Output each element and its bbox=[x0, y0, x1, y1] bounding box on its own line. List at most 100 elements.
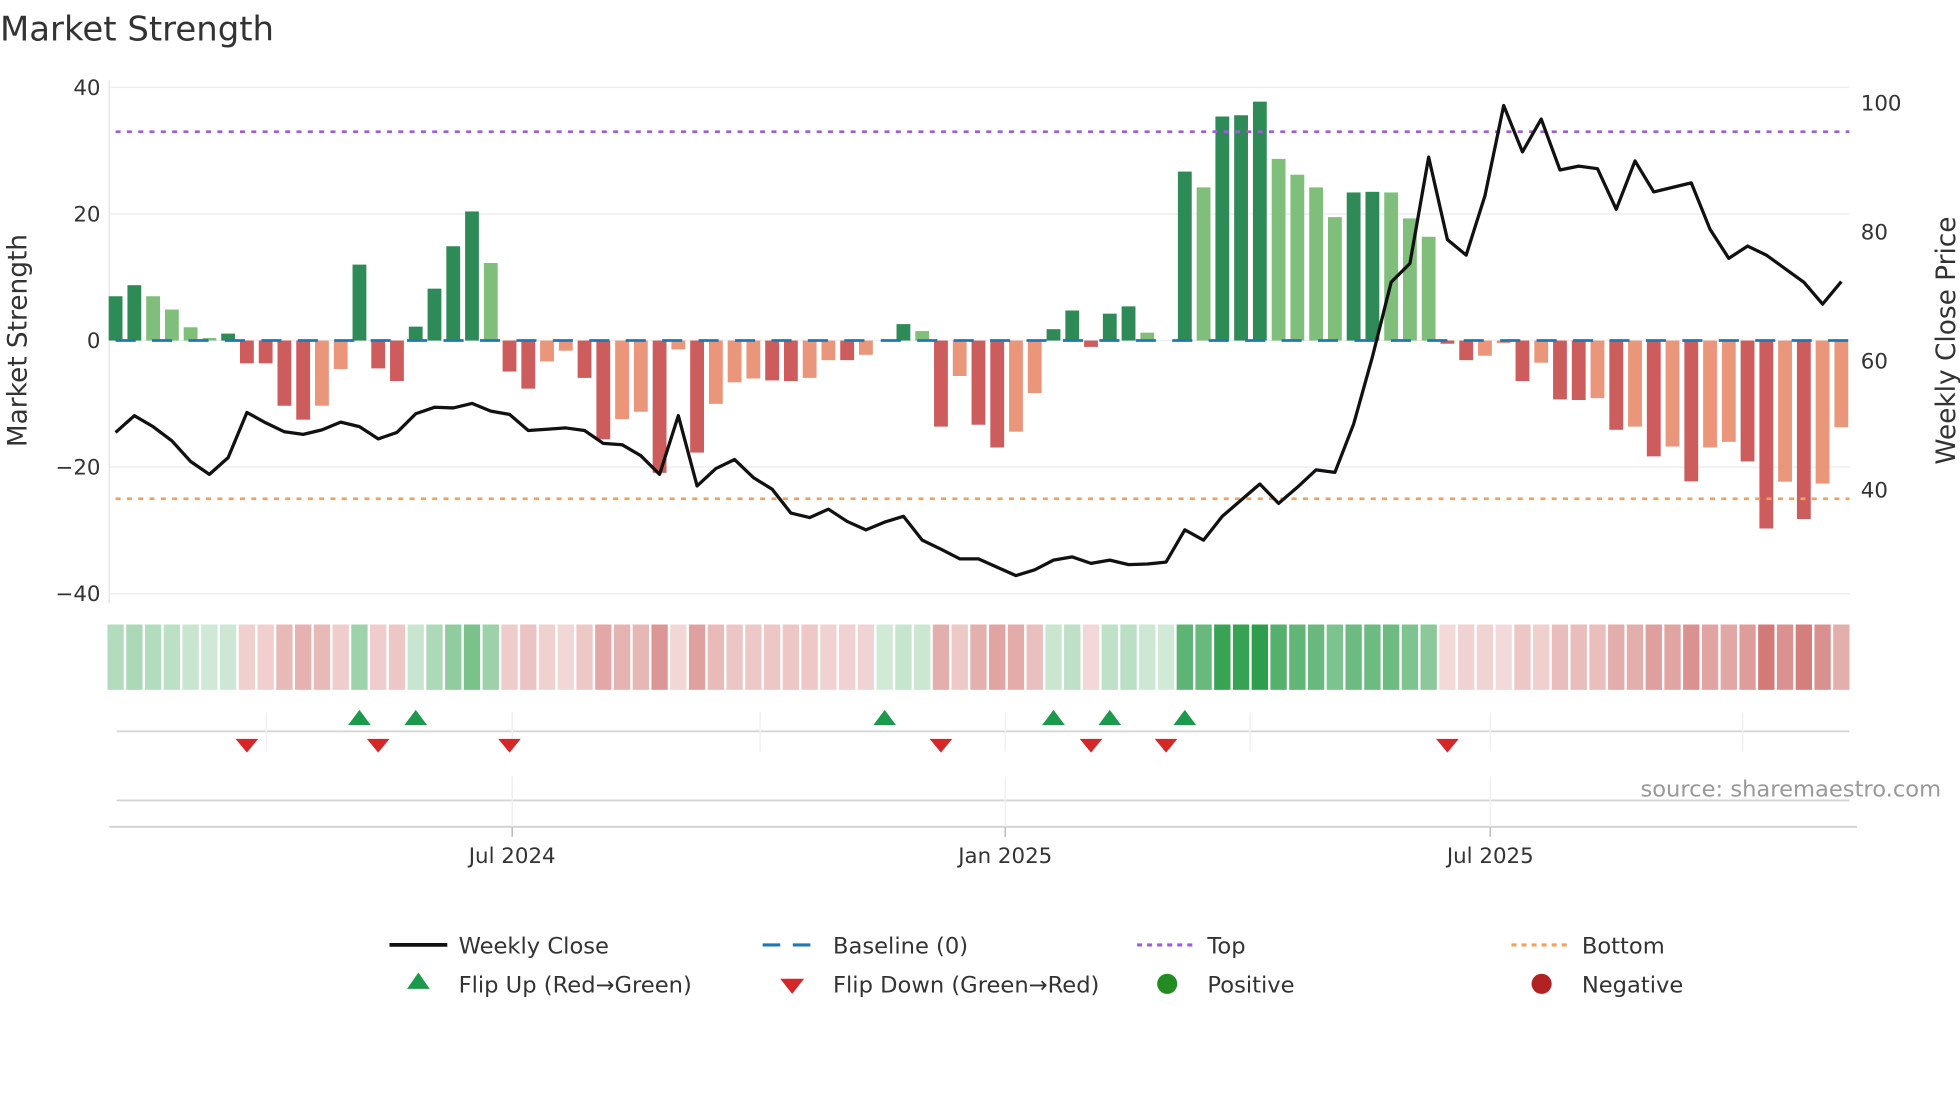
heatmap-cell bbox=[1139, 624, 1156, 690]
heatmap-cell bbox=[482, 624, 499, 690]
flip-up-marker bbox=[873, 709, 896, 726]
legend-weekly-close[interactable]: Weekly Close bbox=[389, 934, 609, 960]
heatmap-cell bbox=[1551, 624, 1569, 690]
heatmap-cell bbox=[313, 624, 331, 690]
heatmap-cell bbox=[1157, 624, 1175, 690]
strength-bar bbox=[802, 340, 817, 378]
flip-up-marker bbox=[404, 709, 428, 726]
left-tick-label: −40 bbox=[55, 582, 100, 607]
heatmap-cell bbox=[576, 624, 593, 690]
strength-bar bbox=[483, 263, 498, 341]
heatmap-cell bbox=[538, 624, 556, 690]
heatmap-cell bbox=[1626, 624, 1644, 690]
heatmap-cell bbox=[144, 624, 162, 690]
heatmap-cell bbox=[1514, 624, 1531, 690]
strength-bar bbox=[296, 340, 311, 420]
heatmap-cell bbox=[1401, 624, 1419, 690]
heatmap-cell bbox=[1420, 624, 1437, 690]
legend-positive-label: Positive bbox=[1207, 973, 1294, 999]
strength-bar bbox=[333, 340, 348, 370]
flip-markers-panel bbox=[116, 709, 1850, 753]
triangle-up-icon bbox=[407, 972, 430, 989]
strength-bar bbox=[821, 340, 836, 361]
heatmap-cell bbox=[1289, 624, 1306, 690]
heatmap-cell bbox=[726, 624, 743, 690]
heatmap-cell bbox=[163, 624, 181, 690]
heatmap-cell bbox=[1833, 624, 1850, 690]
flip-up-marker bbox=[1042, 709, 1065, 726]
legend-positive[interactable]: Positive bbox=[1157, 973, 1295, 999]
heatmap-cell bbox=[1570, 624, 1587, 690]
heatmap-cell bbox=[1195, 624, 1212, 690]
legend-flip-down[interactable]: Flip Down (Green→Red) bbox=[780, 973, 1099, 999]
strength-bar bbox=[615, 340, 629, 420]
strength-bar bbox=[840, 340, 855, 361]
strength-bar bbox=[1027, 340, 1042, 394]
right-tick-label: 80 bbox=[1861, 220, 1888, 245]
flip-down-marker bbox=[1079, 738, 1103, 753]
triangle-down-icon bbox=[780, 978, 805, 994]
heatmap-cell bbox=[1533, 624, 1550, 690]
heatmap-cell bbox=[989, 624, 1006, 690]
heatmap-cell bbox=[876, 624, 893, 690]
heatmap-cell bbox=[782, 624, 800, 690]
strength-bar bbox=[108, 296, 123, 341]
heatmap-cell bbox=[332, 624, 349, 690]
heatmap-cell bbox=[595, 624, 612, 690]
strength-bar bbox=[896, 324, 911, 341]
strength-bar bbox=[408, 326, 423, 341]
strength-bar bbox=[1196, 187, 1211, 341]
heatmap-cell bbox=[895, 624, 912, 690]
legend-flip-down-label: Flip Down (Green→Red) bbox=[833, 973, 1099, 999]
legend-bottom-label: Bottom bbox=[1582, 934, 1665, 960]
strength-bar bbox=[577, 340, 592, 378]
strength-bar bbox=[1084, 340, 1098, 347]
strength-bar bbox=[1177, 171, 1192, 341]
strength-bar bbox=[915, 331, 930, 341]
heatmap-cell bbox=[1476, 624, 1494, 690]
heatmap-cell bbox=[276, 624, 293, 690]
heatmap-cell bbox=[1495, 624, 1512, 690]
strength-bar bbox=[1834, 340, 1849, 428]
heatmap-cell bbox=[1739, 624, 1756, 690]
right-axis-ticks: 100 80 60 40 bbox=[1861, 91, 1902, 503]
strength-bar bbox=[746, 340, 761, 379]
strength-bar bbox=[502, 340, 517, 372]
strength-bar bbox=[690, 340, 705, 453]
legend-top[interactable]: Top bbox=[1137, 934, 1246, 960]
legend-baseline[interactable]: Baseline (0) bbox=[762, 934, 968, 960]
heatmap-cell bbox=[1608, 624, 1625, 690]
heatmap-cell bbox=[857, 624, 875, 690]
strength-bar bbox=[352, 264, 367, 341]
heatmap-cell bbox=[463, 624, 481, 690]
flip-down-marker bbox=[929, 738, 953, 753]
legend: Weekly Close Baseline (0) Top Bottom Fli… bbox=[389, 934, 1683, 999]
heatmap-cell bbox=[426, 624, 443, 690]
strength-bar bbox=[1628, 340, 1642, 427]
strength-bar bbox=[1327, 217, 1342, 341]
heatmap-cell bbox=[1045, 624, 1062, 690]
x-axis-ticks: Jul 2024 Jan 2025 Jul 2025 bbox=[467, 776, 1534, 869]
heatmap-cell bbox=[670, 624, 687, 690]
strength-bar bbox=[1215, 116, 1230, 341]
strength-bar bbox=[990, 340, 1005, 448]
heatmap-cell bbox=[557, 624, 574, 690]
strength-bar bbox=[1121, 306, 1136, 341]
legend-flip-up[interactable]: Flip Up (Red→Green) bbox=[407, 972, 692, 999]
strength-bar bbox=[952, 340, 967, 376]
left-tick-label: 40 bbox=[73, 76, 100, 101]
heatmap-cell bbox=[370, 624, 387, 690]
legend-bottom[interactable]: Bottom bbox=[1511, 934, 1665, 960]
flip-up-marker bbox=[1098, 709, 1122, 726]
heatmap-cell bbox=[651, 624, 668, 690]
heatmap-cell bbox=[1326, 624, 1344, 690]
heatmap-cell bbox=[970, 624, 987, 690]
strength-bar bbox=[1815, 340, 1830, 484]
strength-bar bbox=[1515, 340, 1530, 382]
heatmap-cell bbox=[1007, 624, 1025, 690]
strength-bar bbox=[371, 340, 386, 369]
legend-negative[interactable]: Negative bbox=[1531, 973, 1684, 999]
flip-up-marker bbox=[1173, 709, 1197, 726]
strength-bar bbox=[1703, 340, 1717, 448]
legend-flip-up-label: Flip Up (Red→Green) bbox=[459, 973, 692, 999]
